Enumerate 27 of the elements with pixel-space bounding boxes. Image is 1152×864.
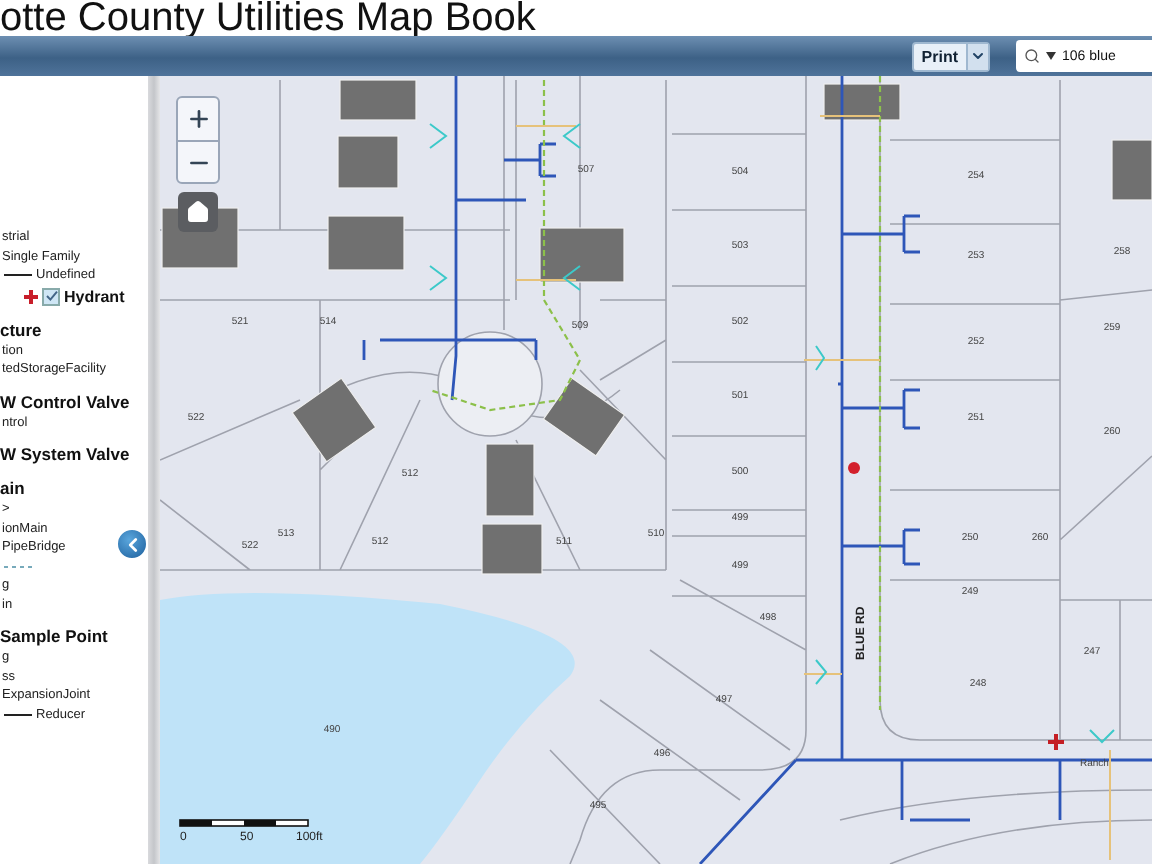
legend-heading: cture bbox=[0, 319, 42, 339]
print-button[interactable]: Print bbox=[911, 41, 990, 71]
building-shape bbox=[337, 135, 399, 189]
app-title: otte County Utilities Map Book bbox=[0, 0, 536, 36]
scale-bar bbox=[179, 819, 309, 827]
home-icon bbox=[186, 200, 210, 224]
building-shape bbox=[481, 523, 543, 575]
line-symbol-icon bbox=[4, 711, 32, 718]
line-symbol-icon bbox=[4, 272, 32, 279]
legend-heading: Sample Point bbox=[0, 626, 108, 646]
search-icon bbox=[1024, 48, 1040, 64]
dashed-line-symbol-icon bbox=[4, 563, 32, 570]
home-button[interactable] bbox=[178, 192, 218, 232]
building-shape bbox=[485, 443, 535, 517]
legend-heading: W System Valve bbox=[0, 444, 130, 464]
hydrant-cross-icon bbox=[24, 289, 38, 303]
cul-de-sac-shape bbox=[437, 331, 543, 437]
plus-icon bbox=[185, 106, 211, 132]
legend-label: Hydrant bbox=[64, 287, 125, 305]
legend-checkbox[interactable] bbox=[42, 287, 60, 305]
building-shape bbox=[327, 215, 405, 271]
caret-icon bbox=[970, 48, 986, 64]
legend-heading: ain bbox=[0, 478, 25, 498]
building-shape bbox=[539, 227, 625, 283]
caret-icon bbox=[1046, 52, 1056, 60]
legend-heading: W Control Valve bbox=[0, 391, 130, 411]
building-shape bbox=[823, 83, 901, 121]
